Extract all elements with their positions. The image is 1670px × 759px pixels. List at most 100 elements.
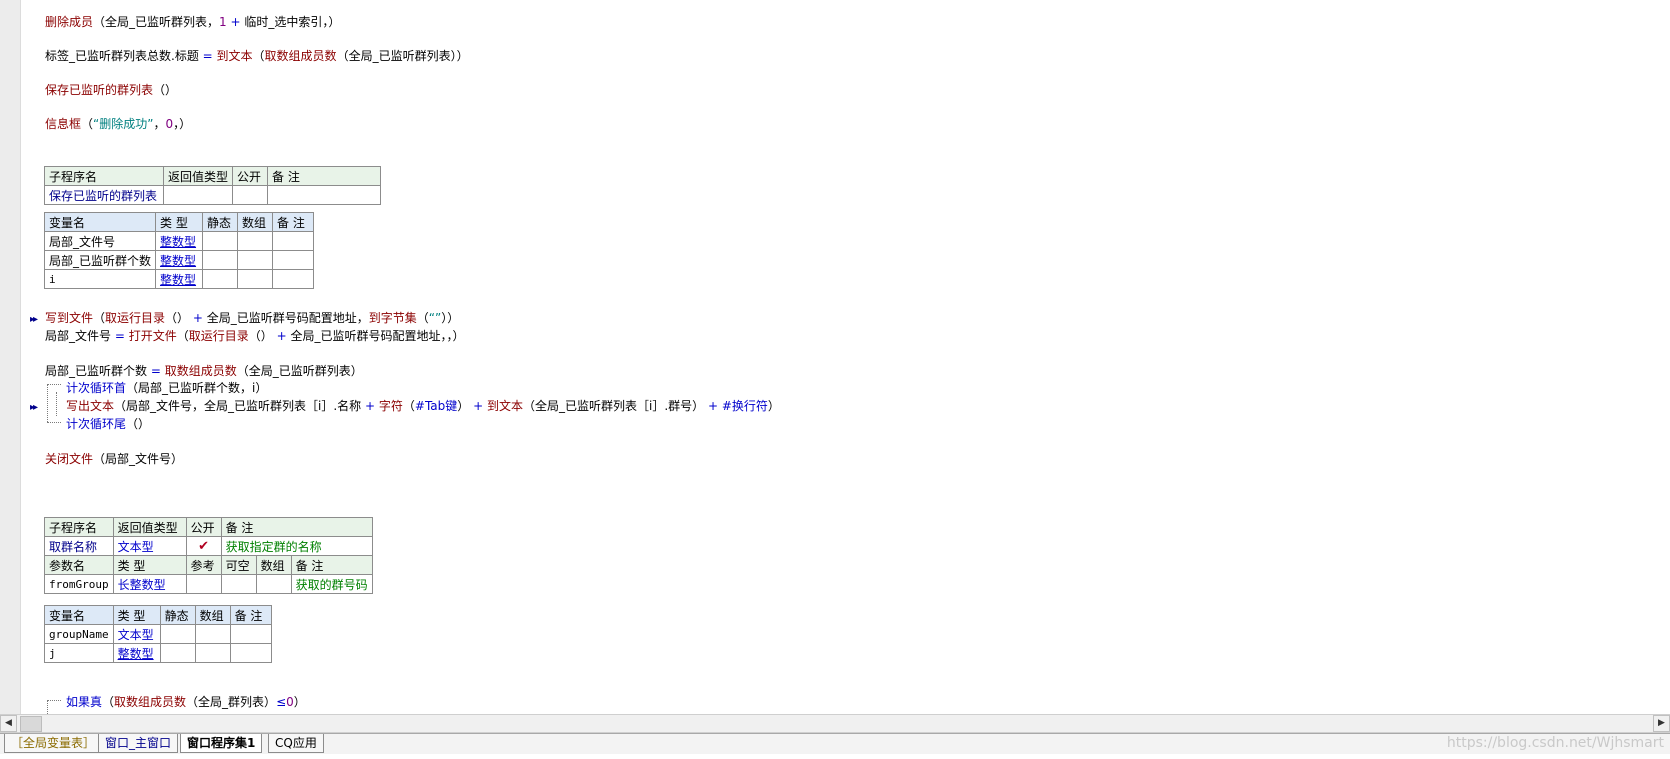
token-function: 取数组成员数: [114, 695, 187, 709]
note-cell[interactable]: [272, 269, 315, 289]
token-args: 临时_选中索引，）: [244, 15, 341, 29]
static-cell[interactable]: [159, 643, 196, 663]
note-cell[interactable]: [229, 643, 272, 663]
header-subprogram-name: 子程序名: [44, 517, 114, 537]
return-type-cell[interactable]: 文本型: [112, 536, 187, 556]
code-line-count-groups[interactable]: 局部_已监听群个数 = 取数组成员数（全局_已监听群列表）: [45, 363, 363, 379]
array-cell[interactable]: [237, 269, 274, 289]
array-cell[interactable]: [194, 643, 231, 663]
var-name-cell[interactable]: i: [43, 269, 157, 289]
tab-main-window[interactable]: 窗口_主窗口: [98, 734, 179, 753]
var-type-cell[interactable]: 文本型: [112, 624, 161, 644]
token-paren: （）: [248, 329, 273, 343]
variable-table-save: 变量名 类 型 静态 数组 备 注 局部_文件号 整数型 局部_已监听群个数 整…: [43, 212, 315, 289]
watermark-text: https://blog.csdn.net/Wjhsmart: [1446, 735, 1664, 751]
tab-window-module-1[interactable]: 窗口程序集1: [180, 734, 263, 753]
token-comma: ，: [153, 117, 166, 131]
param-type-cell[interactable]: 长整数型: [112, 574, 187, 594]
token-args: （局部_文件号，全局_已监听群列表［i］.名称: [114, 399, 362, 413]
var-name-cell[interactable]: 局部_文件号: [43, 231, 157, 251]
code-line-loop-start[interactable]: 计次循环首（局部_已监听群个数，i）: [66, 380, 267, 396]
code-line-loop-end[interactable]: 计次循环尾（）: [66, 416, 150, 432]
token-args: （）: [126, 417, 151, 431]
table-row[interactable]: fromGroup 长整数型 获取的群号码: [44, 574, 373, 594]
scroll-right-icon[interactable]: ▶: [1653, 715, 1670, 732]
var-type-cell[interactable]: 整数型: [112, 643, 161, 663]
subprogram-name-cell[interactable]: 保存已监听的群列表: [44, 185, 164, 205]
code-line-write-file[interactable]: 写到文件（取运行目录（） + 全局_已监听群号码配置地址，到字节集（“”））: [45, 310, 459, 326]
var-type-cell[interactable]: 整数型: [155, 231, 204, 251]
var-name-cell[interactable]: groupName: [44, 624, 114, 644]
token-args: （全局_群列表）: [186, 695, 277, 709]
code-line-if-true[interactable]: 如果真（取数组成员数（全局_群列表）≤0）: [66, 694, 306, 710]
note-cell[interactable]: [267, 185, 382, 205]
header-public: 公开: [185, 517, 222, 537]
table-row[interactable]: 局部_文件号 整数型: [43, 231, 315, 251]
loop-inner-guide: [56, 392, 57, 416]
code-line-write-text[interactable]: 写出文本（局部_文件号，全局_已监听群列表［i］.名称 + 字符（#Tab键） …: [66, 398, 780, 414]
note-cell[interactable]: [272, 231, 315, 251]
subprogram-name-cell[interactable]: 取群名称: [44, 536, 114, 556]
code-line-label-total[interactable]: 标签_已监听群列表总数.标题 = 到文本（取数组成员数（全局_已监听群列表））: [45, 48, 469, 64]
table-row[interactable]: i 整数型: [43, 269, 315, 289]
var-name-cell[interactable]: j: [44, 643, 114, 663]
table-row[interactable]: groupName 文本型: [44, 624, 272, 644]
nullable-cell[interactable]: [220, 574, 257, 594]
token-args: （全局_已监听群列表，: [93, 15, 220, 29]
token-args: （全局_已监听群列表［i］.群号）: [522, 399, 705, 413]
table-row[interactable]: j 整数型: [44, 643, 272, 663]
token-operator: +: [469, 399, 487, 413]
note-cell[interactable]: [272, 250, 315, 270]
param-name-cell[interactable]: fromGroup: [44, 574, 114, 594]
line-gutter: [0, 0, 21, 714]
header-note: 备 注: [220, 517, 373, 537]
reference-cell[interactable]: [185, 574, 222, 594]
note-cell[interactable]: [229, 624, 272, 644]
checkmark-icon[interactable]: ✔: [185, 536, 222, 556]
scroll-left-icon[interactable]: ◀: [0, 715, 17, 732]
code-line-delete-member[interactable]: 删除成员（全局_已监听群列表，1 + 临时_选中索引，）: [45, 14, 340, 30]
token-operator: ≤: [276, 695, 287, 709]
code-line-save-list[interactable]: 保存已监听的群列表（）: [45, 82, 177, 98]
token-string: “”: [428, 311, 442, 325]
token-paren: （: [176, 329, 189, 343]
array-cell[interactable]: [255, 574, 292, 594]
array-cell[interactable]: [237, 231, 274, 251]
code-line-open-file[interactable]: 局部_文件号 = 打开文件（取运行目录（） + 全局_已监听群号码配置地址，，）: [45, 328, 464, 344]
if-guide-line: [47, 700, 48, 714]
code-line-close-file[interactable]: 关闭文件（局部_文件号）: [45, 451, 183, 467]
return-type-cell[interactable]: [162, 185, 234, 205]
token-operator: +: [272, 329, 291, 343]
array-cell[interactable]: [194, 624, 231, 644]
variable-table-get-name: 变量名 类 型 静态 数组 备 注 groupName 文本型 j 整数型: [44, 605, 272, 663]
header-array: 数组: [237, 212, 274, 232]
static-cell[interactable]: [202, 269, 239, 289]
token-function: 取运行目录: [188, 329, 249, 343]
table-row[interactable]: 局部_已监听群个数 整数型: [43, 250, 315, 270]
token-string: “删除成功”: [93, 117, 154, 131]
code-line-message-box[interactable]: 信息框（“删除成功”，0，）: [45, 116, 191, 132]
public-cell[interactable]: [232, 185, 269, 205]
static-cell[interactable]: [202, 231, 239, 251]
token-operator: +: [189, 311, 207, 325]
code-editor[interactable]: 删除成员（全局_已监听群列表，1 + 临时_选中索引，） 标签_已监听群列表总数…: [0, 0, 1670, 714]
static-cell[interactable]: [202, 250, 239, 270]
var-type-cell[interactable]: 整数型: [155, 250, 204, 270]
note-cell[interactable]: 获取指定群的名称: [220, 536, 373, 556]
tab-cq-app[interactable]: CQ应用: [268, 734, 324, 753]
header-note: 备 注: [267, 166, 382, 186]
static-cell[interactable]: [159, 624, 196, 644]
header-var-note: 备 注: [272, 212, 315, 232]
horizontal-scrollbar[interactable]: ◀ ▶: [0, 714, 1670, 733]
var-type-cell[interactable]: 整数型: [155, 269, 204, 289]
param-note-cell[interactable]: 获取的群号码: [290, 574, 373, 594]
array-cell[interactable]: [237, 250, 274, 270]
var-name-cell[interactable]: 局部_已监听群个数: [43, 250, 157, 270]
tab-global-variables[interactable]: ［全局变量表］: [4, 734, 103, 753]
token-paren: （）: [165, 311, 190, 325]
token-function: 关闭文件: [45, 452, 94, 466]
if-guide-top: [47, 700, 61, 701]
token-paren: ）: [457, 399, 470, 413]
token-args: （全局_已监听群列表））: [336, 49, 469, 63]
scroll-thumb[interactable]: [20, 716, 42, 732]
